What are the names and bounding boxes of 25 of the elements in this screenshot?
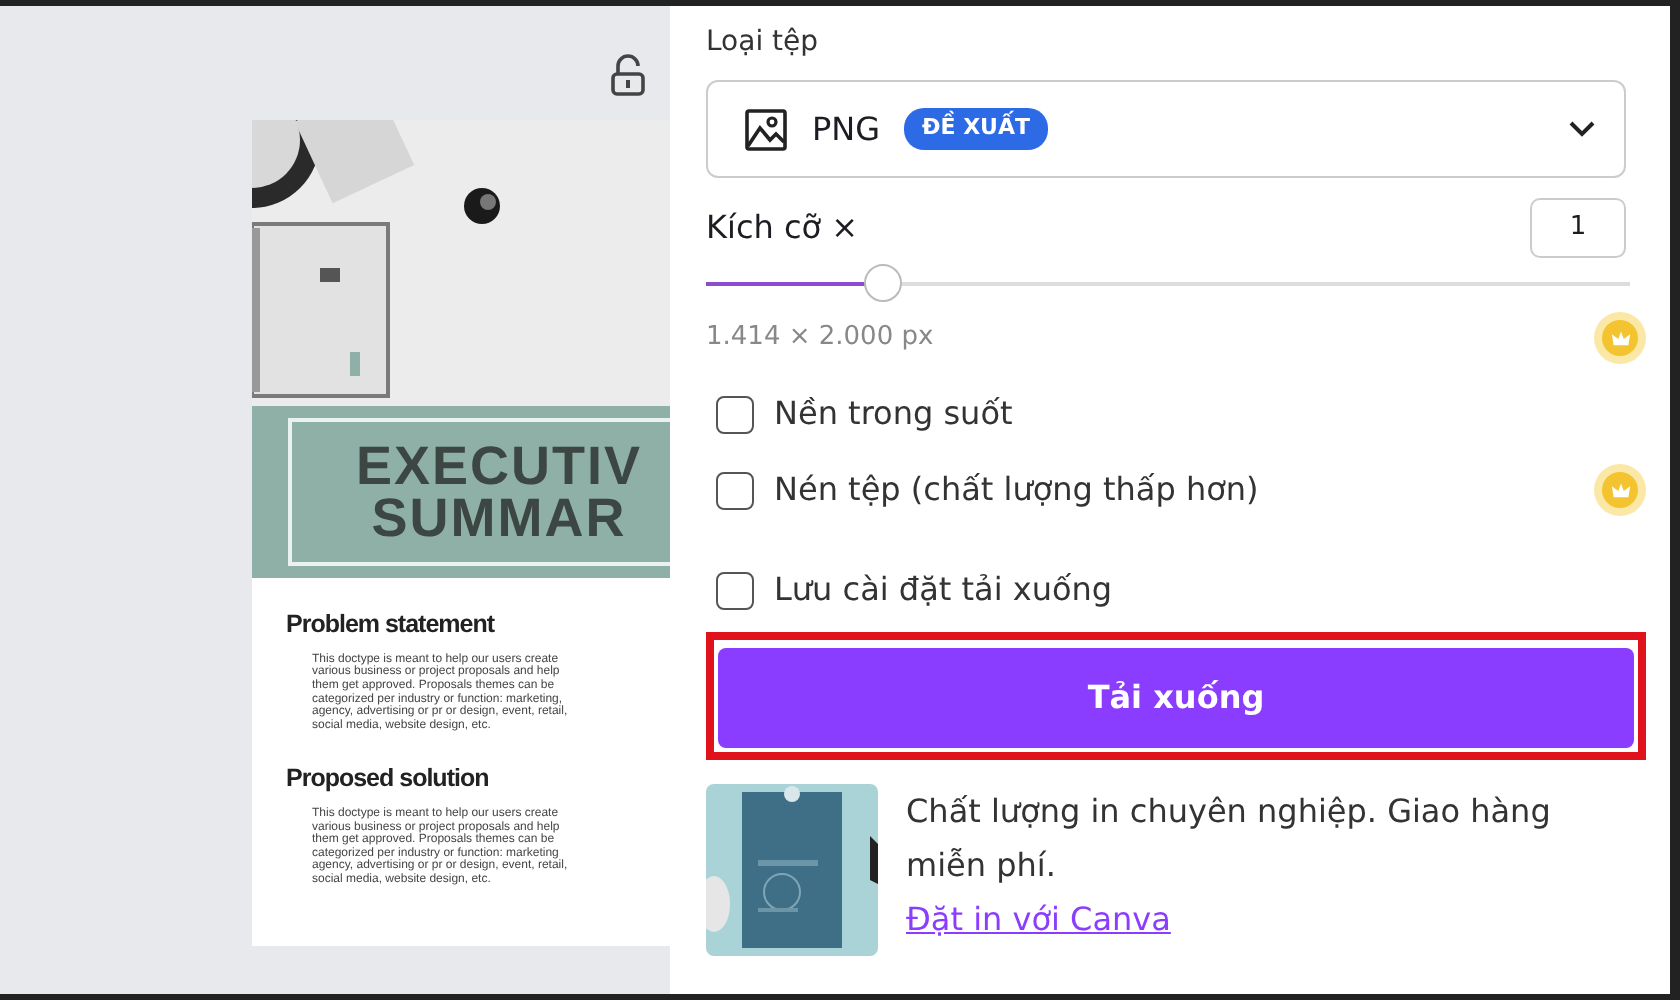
checkbox-label: Nén tệp (chất lượng thấp hơn): [774, 468, 1259, 512]
recommended-badge: ĐỀ XUẤT: [904, 108, 1049, 150]
checkbox[interactable]: [716, 395, 754, 433]
dropdown-value: PNG: [812, 107, 881, 151]
dimensions-text: 1.414 × 2.000 px: [706, 320, 934, 357]
download-button[interactable]: Tải xuống: [718, 648, 1634, 748]
file-type-dropdown[interactable]: PNG ĐỀ XUẤT: [706, 80, 1626, 178]
size-input[interactable]: 1: [1530, 198, 1626, 258]
image-icon: [744, 107, 788, 151]
document-title: SUMMAR: [371, 492, 627, 544]
checkbox-label: Lưu cài đặt tải xuống: [774, 568, 1113, 612]
checkbox[interactable]: [716, 471, 754, 509]
chevron-down-icon: [1568, 120, 1596, 138]
document-title: EXECUTIV: [355, 440, 643, 492]
section-heading: Proposed solution: [286, 762, 491, 797]
order-print-link[interactable]: Đặt in với Canva: [906, 892, 1171, 946]
size-label: Kích cỡ ×: [706, 206, 859, 250]
size-slider[interactable]: [706, 264, 1630, 304]
unlock-icon[interactable]: [610, 54, 646, 98]
checkbox[interactable]: [716, 571, 754, 609]
checkbox-label: Nền trong suốt: [774, 392, 1013, 436]
section-heading: Problem statement: [286, 608, 497, 642]
promo-text: Chất lượng in chuyên nghiệp. Giao hàng miễn phí.: [906, 790, 1553, 888]
slider-thumb[interactable]: [863, 264, 902, 302]
field-label: Loại tệp: [706, 24, 821, 62]
